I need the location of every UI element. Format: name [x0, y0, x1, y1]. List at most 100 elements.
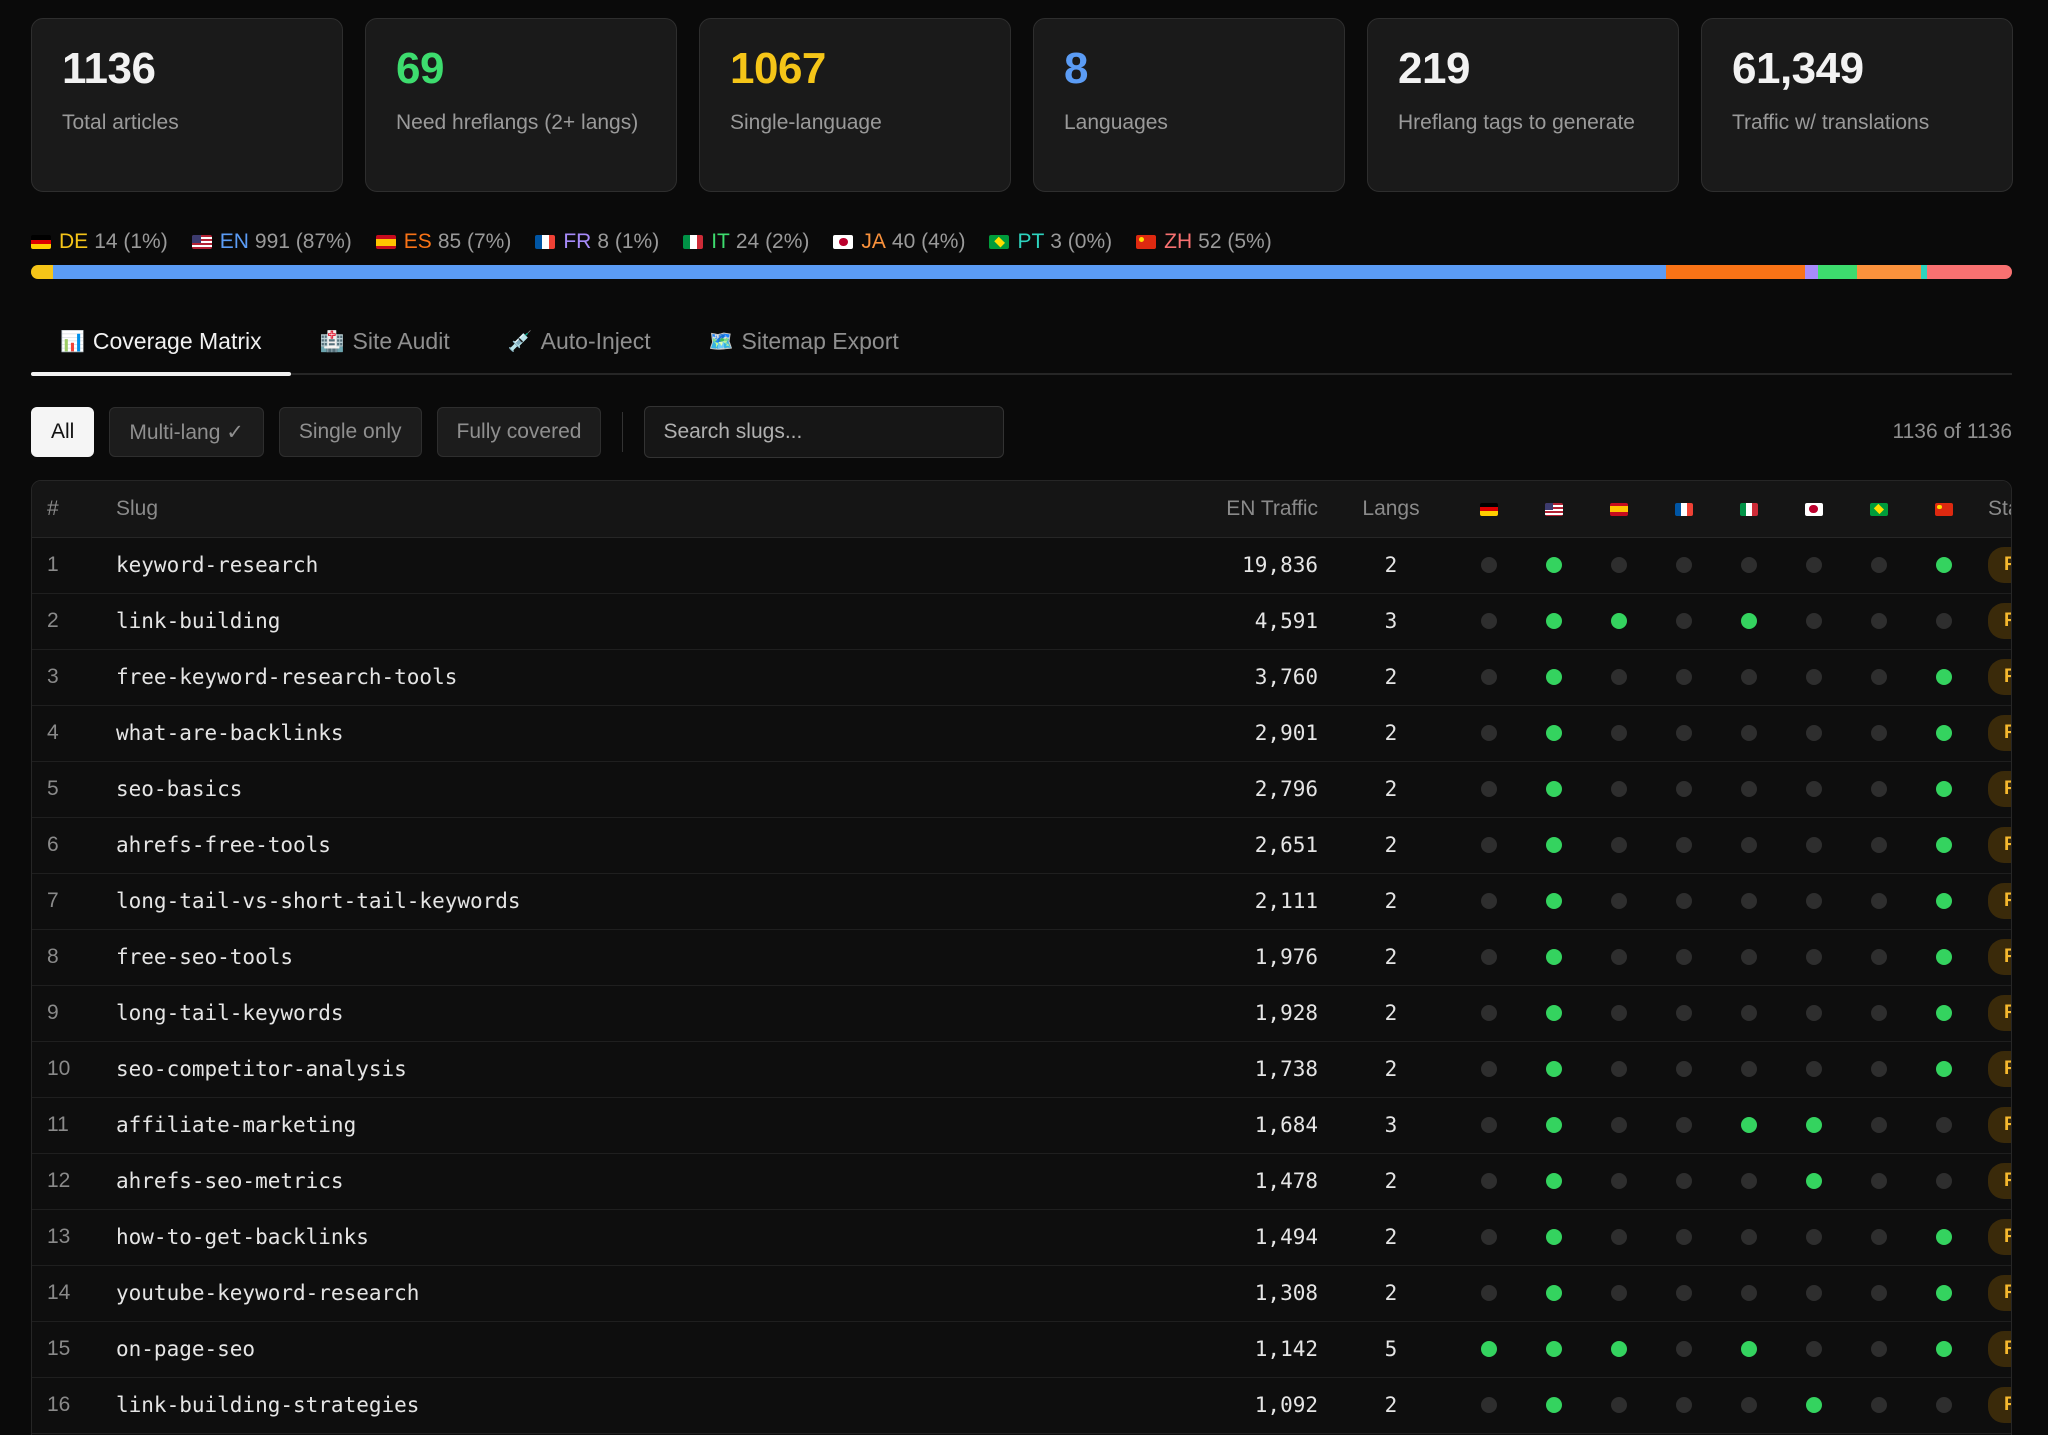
coverage-cell-jp — [1781, 1153, 1846, 1209]
covered-dot-icon — [1935, 669, 1952, 686]
row-en-traffic: 2,796 — [1254, 777, 1318, 801]
langbar-segment-zh — [1926, 265, 2012, 279]
table-row[interactable]: 1 keyword-research 19,836 2 Partial — [32, 537, 2011, 593]
tab-sitemap-export[interactable]: 🗺️ Sitemap Export — [680, 310, 928, 373]
table-row[interactable]: 13 how-to-get-backlinks 1,494 2 Partial — [32, 1209, 2011, 1265]
column-header-lang-br[interactable] — [1846, 481, 1911, 538]
column-header-lang-us[interactable] — [1521, 481, 1586, 538]
row-slug[interactable]: ahrefs-free-tools — [116, 817, 1116, 873]
table-row[interactable]: 14 youtube-keyword-research 1,308 2 Partial — [32, 1265, 2011, 1321]
row-slug[interactable]: long-tail-keywords — [116, 985, 1116, 1041]
row-slug[interactable]: long-tail-vs-short-tail-keywords — [116, 873, 1116, 929]
covered-dot-icon — [1545, 669, 1562, 686]
table-row[interactable]: 4 what-are-backlinks 2,901 2 Partial — [32, 705, 2011, 761]
coverage-cell-br — [1846, 1041, 1911, 1097]
coverage-cell-jp — [1781, 985, 1846, 1041]
coverage-cell-es — [1586, 761, 1651, 817]
row-slug[interactable]: seo-competitor-analysis — [116, 1041, 1116, 1097]
row-slug[interactable]: ahrefs-seo-metrics — [116, 1153, 1116, 1209]
table-row[interactable]: 2 link-building 4,591 3 Partial — [32, 593, 2011, 649]
missing-dot-icon — [1805, 1229, 1822, 1246]
row-slug[interactable]: keyword-research — [116, 537, 1116, 593]
covered-dot-icon — [1935, 949, 1952, 966]
row-slug[interactable]: how-to-get-backlinks — [116, 1209, 1116, 1265]
row-slug[interactable]: free-seo-tools — [116, 929, 1116, 985]
table-row[interactable]: 11 affiliate-marketing 1,684 3 Partial — [32, 1097, 2011, 1153]
table-row[interactable]: 3 free-keyword-research-tools 3,760 2 Partia… — [32, 649, 2011, 705]
row-slug[interactable]: link-building — [116, 593, 1116, 649]
row-status: Partial — [1976, 1377, 2011, 1433]
missing-dot-icon — [1480, 557, 1497, 574]
coverage-cell-es — [1586, 1097, 1651, 1153]
language-distribution-bar — [31, 265, 2012, 279]
coverage-cell-cn — [1911, 985, 1976, 1041]
table-row[interactable]: 10 seo-competitor-analysis 1,738 2 Partial — [32, 1041, 2011, 1097]
filter-multi-lang-button[interactable]: Multi-lang ✓ — [109, 407, 264, 457]
status-badge: Partial — [1988, 883, 2011, 919]
column-header-en-traffic[interactable]: EN Traffic — [1116, 481, 1326, 538]
column-header-lang-fr[interactable] — [1651, 481, 1716, 538]
column-header-status[interactable]: Status — [1976, 481, 2011, 538]
row-slug[interactable]: what-are-backlinks — [116, 705, 1116, 761]
column-header-lang-it[interactable] — [1716, 481, 1781, 538]
coverage-cell-jp — [1781, 1041, 1846, 1097]
row-slug[interactable]: youtube-keyword-research — [116, 1265, 1116, 1321]
tab-auto-inject[interactable]: 💉 Auto-Inject — [479, 310, 680, 373]
covered-dot-icon — [1545, 1117, 1562, 1134]
row-en-traffic: 2,651 — [1254, 833, 1318, 857]
row-slug[interactable]: seo-basics — [116, 761, 1116, 817]
column-header-lang-cn[interactable] — [1911, 481, 1976, 538]
row-slug[interactable]: free-keyword-research-tools — [116, 649, 1116, 705]
coverage-cell-cn — [1911, 1377, 1976, 1433]
row-en-traffic: 1,928 — [1254, 1001, 1318, 1025]
column-header-lang-jp[interactable] — [1781, 481, 1846, 538]
column-header-lang-es[interactable] — [1586, 481, 1651, 538]
flag-cn-icon — [1934, 502, 1953, 516]
column-header-lang-de[interactable] — [1456, 481, 1521, 538]
row-slug[interactable]: link-building-strategies — [116, 1377, 1116, 1433]
coverage-cell-jp — [1781, 817, 1846, 873]
coverage-cell-de — [1456, 537, 1521, 593]
covered-dot-icon — [1545, 1397, 1562, 1414]
table-row[interactable]: 7 long-tail-vs-short-tail-keywords 2,111 2 P… — [32, 873, 2011, 929]
column-header-index[interactable]: # — [32, 481, 116, 538]
missing-dot-icon — [1805, 613, 1822, 630]
coverage-cell-es — [1586, 705, 1651, 761]
missing-dot-icon — [1675, 837, 1692, 854]
table-row[interactable]: 8 free-seo-tools 1,976 2 Partial — [32, 929, 2011, 985]
filter-single-only-button[interactable]: Single only — [278, 407, 422, 457]
missing-dot-icon — [1870, 725, 1887, 742]
row-langs-count: 2 — [1384, 1001, 1398, 1025]
legend-item-it: IT 24 (2%) — [683, 230, 809, 254]
table-row[interactable]: 6 ahrefs-free-tools 2,651 2 Partial — [32, 817, 2011, 873]
tab-coverage-matrix[interactable]: 📊 Coverage Matrix — [31, 310, 291, 376]
missing-dot-icon — [1740, 1397, 1757, 1414]
row-en-traffic: 2,901 — [1254, 721, 1318, 745]
tab-site-audit[interactable]: 🏥 Site Audit — [291, 310, 479, 373]
covered-dot-icon — [1740, 613, 1757, 630]
legend-item-de: DE 14 (1%) — [31, 230, 168, 254]
table-row[interactable]: 5 seo-basics 2,796 2 Partial — [32, 761, 2011, 817]
coverage-cell-fr — [1651, 705, 1716, 761]
missing-dot-icon — [1740, 1229, 1757, 1246]
stat-label: Need hreflangs (2+ langs) — [396, 111, 639, 135]
covered-dot-icon — [1935, 893, 1952, 910]
table-row[interactable]: 12 ahrefs-seo-metrics 1,478 2 Partial — [32, 1153, 2011, 1209]
stat-value: 8 — [1064, 44, 1088, 93]
table-row[interactable]: 15 on-page-seo 1,142 5 Partial — [32, 1321, 2011, 1377]
table-header-row: # Slug EN Traffic Langs Status — [32, 481, 2011, 538]
coverage-cell-cn — [1911, 817, 1976, 873]
row-slug[interactable]: affiliate-marketing — [116, 1097, 1116, 1153]
search-slugs-input[interactable] — [644, 406, 1005, 458]
column-header-slug[interactable]: Slug — [116, 481, 1116, 538]
missing-dot-icon — [1870, 669, 1887, 686]
filter-fully-covered-button[interactable]: Fully covered — [436, 407, 602, 457]
row-slug[interactable]: on-page-seo — [116, 1321, 1116, 1377]
coverage-cell-br — [1846, 929, 1911, 985]
table-row[interactable]: 16 link-building-strategies 1,092 2 Partial — [32, 1377, 2011, 1433]
table-row[interactable]: 9 long-tail-keywords 1,928 2 Partial — [32, 985, 2011, 1041]
stat-value: 1067 — [730, 44, 826, 93]
column-header-langs[interactable]: Langs — [1326, 481, 1456, 538]
filter-all-button[interactable]: All — [31, 407, 95, 457]
row-index: 10 — [47, 1057, 71, 1080]
